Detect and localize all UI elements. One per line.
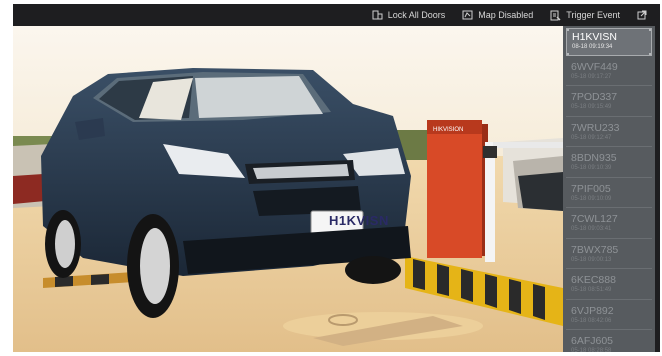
plate-timestamp: 05-18 09:10:09 <box>571 195 612 202</box>
lock-icon <box>372 10 383 20</box>
plate-timestamp: 05-18 09:15:49 <box>571 104 612 110</box>
plate-timestamp: 08-18 09:19:34 <box>572 44 613 50</box>
external-window-button[interactable] <box>637 10 652 20</box>
camera-live-view[interactable]: HIKVISION H1KVISN <box>13 26 563 352</box>
trigger-icon <box>550 10 561 20</box>
plate-number: 6KEC888 <box>571 274 616 286</box>
plate-timestamp: 05-18 09:12:47 <box>571 134 612 141</box>
license-plate-text: H1KVISN <box>329 213 389 228</box>
plate-list-item[interactable]: 7WRU233 05-18 09:12:47 <box>566 119 652 147</box>
plate-number: 7WRU233 <box>571 121 620 134</box>
plate-timestamp: 05-18 08:28:58 <box>571 348 612 352</box>
plate-list-item[interactable]: 6KEC888 05-18 08:51:49 <box>566 272 652 300</box>
plate-list-item[interactable]: 7BWX785 05-18 09:00:13 <box>566 241 652 269</box>
map-disabled-label: Map Disabled <box>478 10 534 20</box>
plate-timestamp: 05-18 08:51:49 <box>571 287 612 293</box>
barrier-brand-text: HIKVISION <box>433 127 463 133</box>
trigger-event-label: Trigger Event <box>566 10 620 20</box>
plate-timestamp: 05-18 09:17:27 <box>571 73 612 80</box>
plate-list-item[interactable]: 7PIF005 05-18 09:10:09 <box>566 180 652 208</box>
plate-number: 8BDN935 <box>571 152 617 164</box>
selection-corner <box>649 29 651 31</box>
plate-list-item[interactable]: 7POD337 05-18 09:15:49 <box>566 89 652 117</box>
selection-corner <box>567 52 569 55</box>
external-icon <box>637 10 647 20</box>
plate-timestamp: 05-18 09:00:13 <box>571 256 612 263</box>
live-view-window: Lock All Doors Map Disabled Trigger Even… <box>0 0 662 356</box>
trigger-event-button[interactable]: Trigger Event <box>550 10 620 21</box>
plate-timestamp: 05-18 08:42:06 <box>571 317 612 324</box>
plate-list-item[interactable]: 6AFJ605 05-18 08:28:58 <box>566 333 652 352</box>
selection-corner <box>567 29 569 31</box>
plate-number: 7POD337 <box>571 91 618 103</box>
plate-timestamp: 05-18 09:03:41 <box>571 226 612 232</box>
plate-number: 7BWX785 <box>571 243 619 256</box>
list-scrollbar[interactable] <box>655 26 660 352</box>
plate-list-item[interactable]: H1KVISN 08-18 09:19:34 <box>566 28 652 56</box>
toolbar: Lock All Doors Map Disabled Trigger Even… <box>13 4 660 26</box>
plate-timestamp: 05-18 09:10:39 <box>571 165 612 171</box>
plate-number: H1KVISN <box>572 31 617 43</box>
lock-all-doors-label: Lock All Doors <box>387 10 446 20</box>
camera-frame-image: HIKVISION <box>13 26 563 352</box>
plate-number: 7CWL127 <box>571 213 618 225</box>
plate-list-item[interactable]: 8BDN935 05-18 09:10:39 <box>566 150 652 178</box>
selection-corner <box>649 52 651 55</box>
plate-list-item[interactable]: 7CWL127 05-18 09:03:41 <box>566 211 652 239</box>
map-disabled-button[interactable]: Map Disabled <box>462 10 533 20</box>
plate-number: 6AFJ605 <box>571 335 614 347</box>
plate-list-item[interactable]: 6WVF449 05-18 09:17:27 <box>566 58 652 86</box>
plate-list-item[interactable]: 6VJP892 05-18 08:42:06 <box>566 302 652 330</box>
lock-all-doors-button[interactable]: Lock All Doors <box>372 10 446 20</box>
plate-history-list[interactable]: H1KVISN 08-18 09:19:34 6WVF449 05-18 09:17:… <box>563 26 655 352</box>
plate-number: 7PIF005 <box>571 182 611 195</box>
map-icon <box>462 10 473 20</box>
plate-number: 6VJP892 <box>571 304 614 317</box>
plate-number: 6WVF449 <box>571 60 618 73</box>
